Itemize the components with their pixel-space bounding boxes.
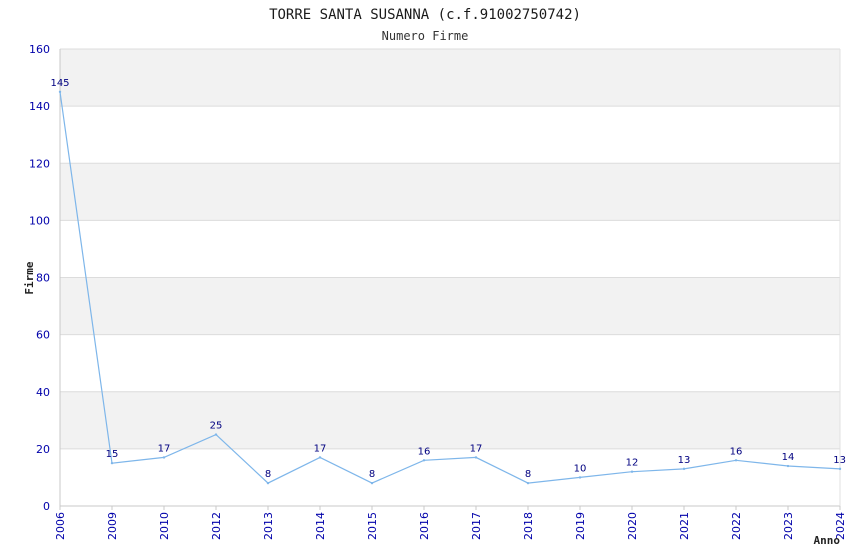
data-point [162, 456, 166, 459]
x-tick-label: 2018 [522, 512, 535, 540]
data-point [110, 461, 114, 465]
x-tick-label: 2014 [314, 512, 327, 540]
y-tick-label: 0 [43, 500, 50, 513]
x-tick-label: 2012 [210, 512, 223, 540]
y-tick-label: 20 [36, 443, 50, 456]
plot-band [60, 277, 840, 335]
data-label: 12 [626, 458, 639, 469]
data-label: 17 [158, 443, 171, 454]
data-label: 16 [418, 446, 431, 457]
data-point [578, 476, 582, 479]
plot-band [60, 391, 840, 449]
data-point [318, 456, 322, 459]
y-tick-label: 40 [36, 386, 50, 399]
y-tick-label: 80 [36, 272, 50, 285]
data-label: 8 [525, 469, 531, 480]
data-label: 10 [574, 463, 587, 474]
plot-band [60, 448, 840, 506]
x-tick-label: 2021 [678, 512, 691, 540]
x-tick-label: 2020 [626, 512, 639, 540]
data-label: 145 [50, 78, 69, 89]
data-point [214, 433, 218, 436]
data-label: 13 [833, 455, 846, 466]
data-point [474, 456, 478, 459]
data-point [266, 481, 270, 485]
data-label: 16 [730, 446, 743, 457]
chart-title: TORRE SANTA SUSANNA (c.f.91002750742) [269, 7, 581, 23]
chart-subtitle: Numero Firme [382, 29, 469, 43]
data-point [734, 459, 738, 462]
y-tick-label: 120 [29, 157, 50, 170]
plot-band [60, 220, 840, 278]
data-point [58, 90, 62, 94]
data-label: 15 [106, 449, 119, 460]
x-tick-label: 2006 [54, 512, 67, 540]
x-tick-label: 2017 [470, 512, 483, 540]
data-point [370, 481, 374, 485]
x-tick-label: 2009 [106, 512, 119, 540]
x-tick-label: 2023 [782, 512, 795, 540]
data-label: 13 [678, 455, 691, 466]
x-tick-label: 2015 [366, 512, 379, 540]
x-tick-label: 2013 [262, 512, 275, 540]
data-label: 17 [314, 443, 327, 454]
data-point [630, 470, 634, 473]
data-point [422, 459, 426, 462]
data-point [838, 467, 842, 471]
data-point [526, 481, 530, 485]
y-tick-label: 60 [36, 329, 50, 342]
plot-band [60, 334, 840, 392]
x-axis-label: Anno [814, 534, 841, 547]
x-tick-label: 2010 [158, 512, 171, 540]
data-point [682, 467, 686, 471]
y-tick-label: 160 [29, 43, 50, 56]
plot-band [60, 106, 840, 164]
plot-band [60, 163, 840, 221]
y-tick-label: 100 [29, 214, 50, 227]
x-tick-label: 2022 [730, 512, 743, 540]
y-axis-label: Firme [23, 261, 36, 294]
data-label: 14 [782, 452, 795, 463]
plot-band [60, 49, 840, 107]
data-label: 25 [210, 421, 223, 432]
x-tick-label: 2019 [574, 512, 587, 540]
y-tick-label: 140 [29, 100, 50, 113]
data-label: 8 [369, 469, 375, 480]
data-label: 8 [265, 469, 271, 480]
x-tick-label: 2016 [418, 512, 431, 540]
data-point [786, 464, 790, 468]
data-label: 17 [470, 443, 483, 454]
line-chart: 020406080100120140160 2006 2009 2010 2012 20… [23, 7, 847, 547]
x-tick-labels: 2006 2009 2010 2012 2013 2014 2015 2016 2017 2018… [54, 512, 847, 540]
